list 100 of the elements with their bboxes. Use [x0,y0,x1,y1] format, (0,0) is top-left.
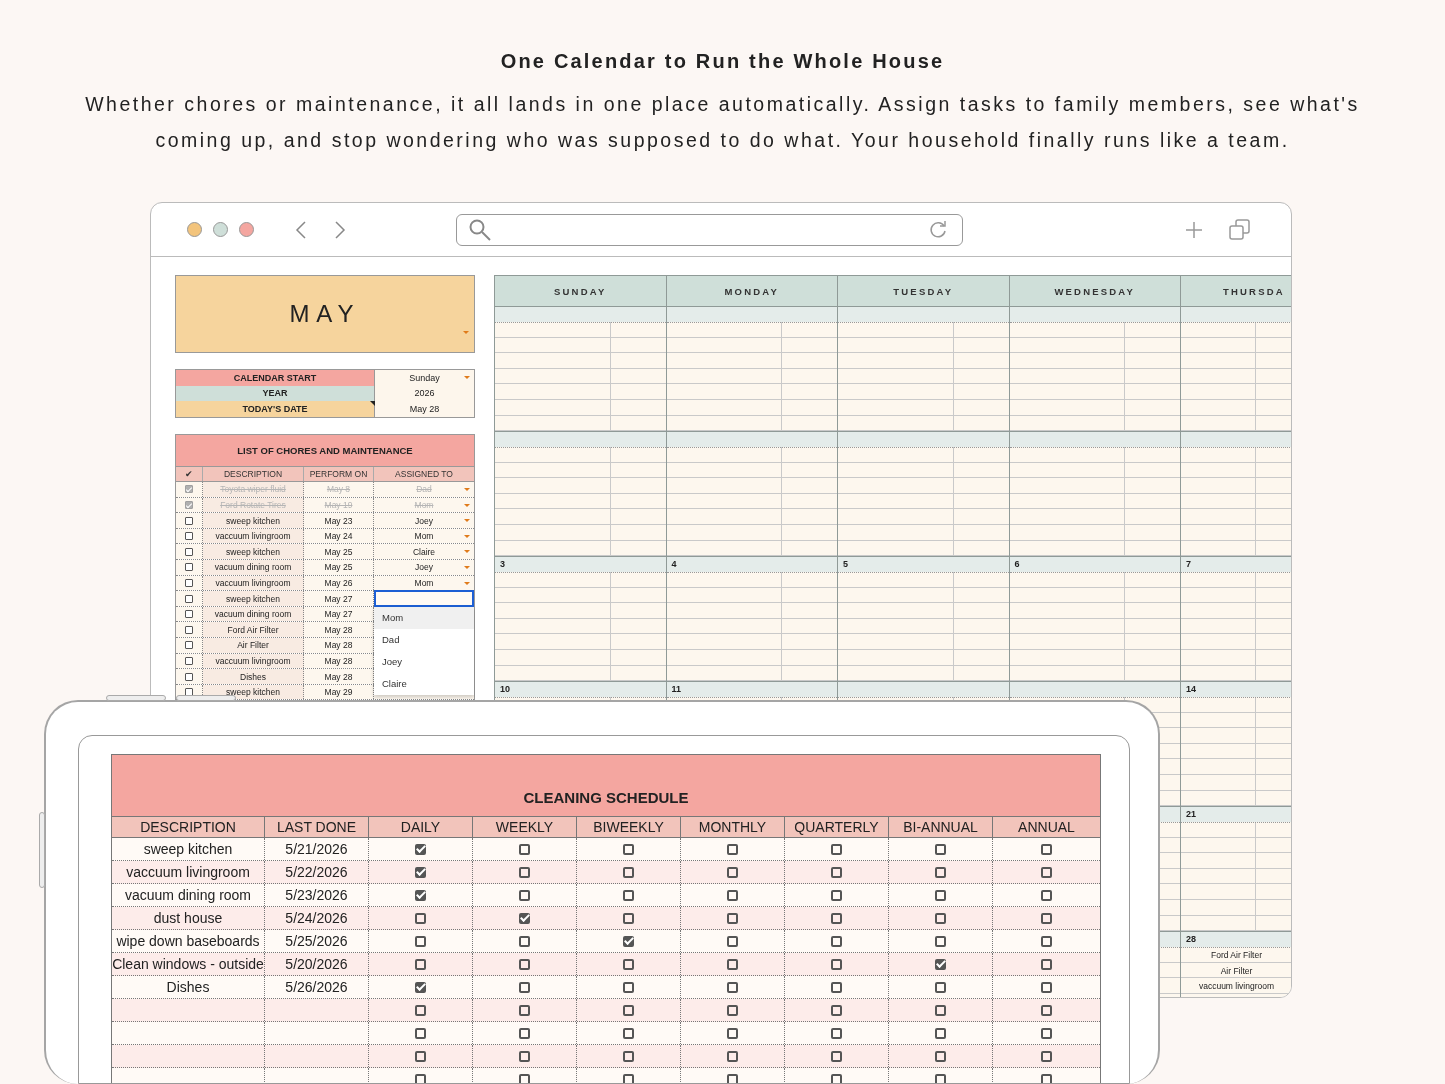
checkbox[interactable] [185,532,193,541]
checkbox[interactable] [1041,866,1052,878]
table-cell[interactable]: Joey [415,515,433,526]
checkbox[interactable] [185,672,193,681]
checkbox[interactable] [519,958,530,970]
checkbox[interactable] [415,1050,426,1062]
checkbox[interactable] [623,1027,634,1039]
checkbox[interactable] [519,935,530,947]
checkbox[interactable] [1041,912,1052,924]
caret-icon[interactable] [464,581,470,585]
checkbox[interactable] [935,889,946,901]
checkbox[interactable] [415,981,426,993]
caret-icon[interactable] [464,566,470,570]
menu-item[interactable]: Claire [374,673,474,696]
checkbox[interactable] [519,981,530,993]
checkbox[interactable] [727,935,738,947]
checkbox[interactable] [935,843,946,855]
checkbox[interactable] [415,1004,426,1016]
checkbox[interactable] [415,843,426,855]
checkbox[interactable] [831,981,842,993]
checkbox[interactable] [185,625,193,634]
checkbox[interactable] [831,912,842,924]
checkbox[interactable] [185,641,193,650]
checkbox[interactable] [415,866,426,878]
checkbox[interactable] [415,1027,426,1039]
caret-icon[interactable] [464,503,470,507]
menu-item[interactable]: Joey [374,651,474,674]
checkbox[interactable] [623,1050,634,1062]
checkbox[interactable] [519,843,530,855]
checkbox[interactable] [935,1050,946,1062]
checkbox[interactable] [1041,1050,1052,1062]
checkbox[interactable] [727,866,738,878]
checkbox[interactable] [415,935,426,947]
checkbox[interactable] [727,958,738,970]
checkbox[interactable] [185,501,193,509]
checkbox[interactable] [185,578,193,587]
checkbox[interactable] [185,594,193,603]
checkbox[interactable] [831,1004,842,1016]
address-bar[interactable] [456,213,963,246]
caret-icon[interactable] [464,534,470,538]
checkbox[interactable] [727,843,738,855]
checkbox[interactable] [935,935,946,947]
checkbox[interactable] [519,1004,530,1016]
checkbox[interactable] [935,1027,946,1039]
checkbox[interactable] [623,912,634,924]
checkbox[interactable] [727,981,738,993]
checkbox[interactable] [519,912,530,924]
checkbox[interactable] [623,935,634,947]
checkbox[interactable] [727,1073,738,1083]
checkbox[interactable] [415,1073,426,1083]
checkbox[interactable] [1041,1004,1052,1016]
checkbox[interactable] [185,547,193,556]
caret-icon[interactable] [464,488,470,492]
checkbox[interactable] [1041,958,1052,970]
table-cell[interactable]: Mom [414,531,434,542]
checkbox[interactable] [623,889,634,901]
checkbox[interactable] [415,912,426,924]
checkbox[interactable] [831,958,842,970]
checkbox[interactable] [727,1027,738,1039]
caret-icon[interactable] [464,376,470,379]
checkbox[interactable] [185,485,193,494]
checkbox[interactable] [623,1073,634,1083]
checkbox[interactable] [831,1050,842,1062]
checkbox[interactable] [519,1050,530,1062]
checkbox[interactable] [623,843,634,855]
checkbox[interactable] [831,1027,842,1039]
checkbox[interactable] [935,912,946,924]
menu-item[interactable]: Dad [374,629,474,652]
checkbox[interactable] [623,958,634,970]
checkbox[interactable] [623,981,634,993]
checkbox[interactable] [623,1004,634,1016]
checkbox[interactable] [1041,843,1052,855]
caret-icon[interactable] [464,550,470,554]
checkbox[interactable] [1041,1027,1052,1039]
checkbox[interactable] [185,563,193,572]
checkbox[interactable] [727,1004,738,1016]
checkbox[interactable] [185,656,193,665]
table-cell[interactable]: Joey [415,562,433,573]
checkbox[interactable] [519,866,530,878]
checkbox[interactable] [935,1004,946,1016]
checkbox[interactable] [1041,935,1052,947]
checkbox[interactable] [519,889,530,901]
reload-icon[interactable] [928,219,948,240]
checkbox[interactable] [831,866,842,878]
checkbox[interactable] [415,889,426,901]
checkbox[interactable] [831,889,842,901]
caret-icon[interactable] [464,519,470,523]
checkbox[interactable] [935,1073,946,1083]
checkbox[interactable] [1041,981,1052,993]
dropdown-field[interactable] [374,590,474,608]
table-cell[interactable]: Mom [414,577,434,588]
checkbox[interactable] [727,1050,738,1062]
checkbox[interactable] [831,935,842,947]
checkbox[interactable] [185,516,193,525]
table-cell[interactable]: Claire [412,546,436,557]
checkbox[interactable] [831,1073,842,1083]
checkbox[interactable] [935,958,946,970]
checkbox[interactable] [1041,889,1052,901]
checkbox[interactable] [727,889,738,901]
checkbox[interactable] [1041,1073,1052,1083]
